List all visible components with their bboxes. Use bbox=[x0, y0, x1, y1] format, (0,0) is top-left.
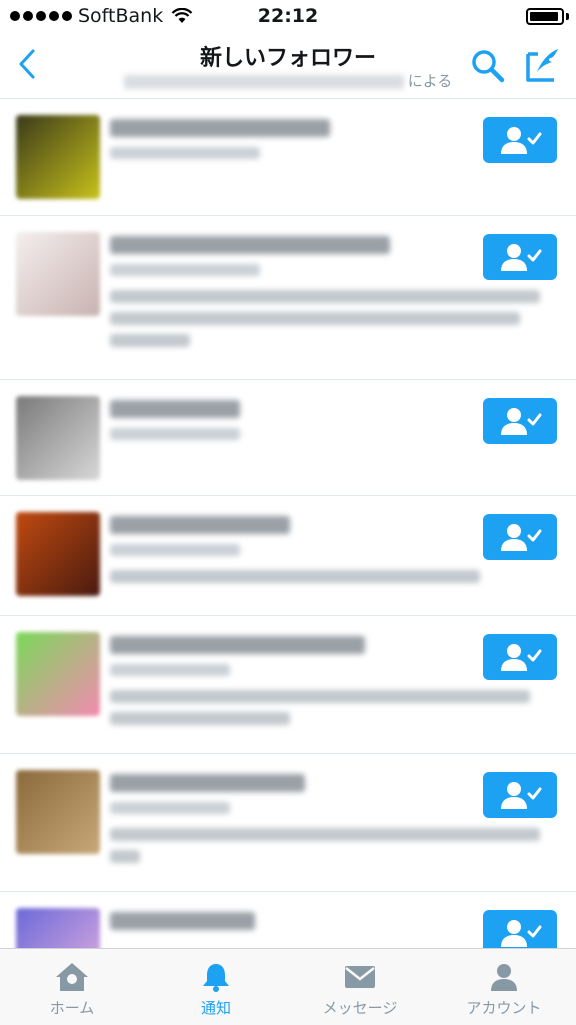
avatar[interactable] bbox=[16, 396, 100, 480]
subtitle-suffix: による bbox=[407, 72, 453, 90]
tab-account[interactable]: アカウント bbox=[432, 949, 576, 1025]
redacted-display-name bbox=[110, 774, 305, 792]
redacted-display-name bbox=[110, 400, 240, 418]
redacted-display-name bbox=[110, 236, 390, 254]
search-icon bbox=[472, 50, 505, 83]
person-check-icon bbox=[501, 244, 542, 271]
follower-row[interactable] bbox=[0, 616, 576, 754]
tab-messages-label: メッセージ bbox=[322, 999, 398, 1017]
status-time: 22:12 bbox=[257, 5, 319, 27]
person-icon bbox=[491, 964, 517, 991]
navigation-bar: 新しいフォロワー による bbox=[0, 34, 576, 99]
follower-row[interactable] bbox=[0, 892, 576, 948]
following-button[interactable] bbox=[483, 234, 557, 280]
battery-tip bbox=[566, 13, 569, 20]
following-button[interactable] bbox=[483, 772, 557, 818]
following-button[interactable] bbox=[483, 514, 557, 560]
home-icon bbox=[56, 963, 88, 991]
avatar[interactable] bbox=[16, 512, 100, 596]
tab-home[interactable]: ホーム bbox=[0, 949, 144, 1025]
compose-button[interactable] bbox=[524, 46, 564, 84]
redacted-display-name bbox=[110, 119, 330, 137]
redacted-display-name bbox=[110, 516, 290, 534]
redacted-handle bbox=[110, 264, 260, 276]
tab-notifications-label: 通知 bbox=[200, 999, 231, 1017]
following-button[interactable] bbox=[483, 910, 557, 948]
compose-quill-icon bbox=[526, 49, 558, 82]
redacted-bio-line bbox=[110, 312, 520, 325]
bell-icon bbox=[203, 964, 229, 992]
avatar[interactable] bbox=[16, 770, 100, 854]
person-check-icon bbox=[501, 524, 542, 551]
avatar[interactable] bbox=[16, 632, 100, 716]
redacted-handle bbox=[110, 664, 230, 676]
follower-list bbox=[0, 99, 576, 948]
redacted-handle bbox=[110, 544, 240, 556]
redacted-bio-line bbox=[110, 712, 290, 725]
redacted-handle bbox=[110, 428, 240, 440]
tab-home-label: ホーム bbox=[49, 999, 95, 1017]
follower-row[interactable] bbox=[0, 380, 576, 496]
person-check-icon bbox=[501, 782, 542, 809]
tab-messages[interactable]: メッセージ bbox=[288, 949, 432, 1025]
follower-row[interactable] bbox=[0, 754, 576, 892]
person-check-icon bbox=[501, 920, 542, 947]
following-button[interactable] bbox=[483, 398, 557, 444]
redacted-text bbox=[123, 74, 404, 89]
redacted-bio-line bbox=[110, 570, 480, 583]
avatar[interactable] bbox=[16, 908, 100, 948]
search-button[interactable] bbox=[470, 48, 506, 84]
status-bar: SoftBank 22:12 bbox=[0, 0, 576, 34]
tab-bar: ホーム 通知 メッセージ アカウント bbox=[0, 948, 576, 1025]
redacted-bio-line bbox=[110, 828, 540, 841]
redacted-bio-line bbox=[110, 290, 540, 303]
person-check-icon bbox=[501, 644, 542, 671]
redacted-bio-line bbox=[110, 334, 190, 347]
following-button[interactable] bbox=[483, 634, 557, 680]
battery-icon bbox=[526, 8, 564, 25]
person-check-icon bbox=[501, 127, 542, 154]
redacted-display-name bbox=[110, 636, 365, 654]
redacted-handle bbox=[110, 802, 230, 814]
tab-account-label: アカウント bbox=[466, 999, 542, 1017]
following-button[interactable] bbox=[483, 117, 557, 163]
person-check-icon bbox=[501, 408, 542, 435]
follower-row[interactable] bbox=[0, 99, 576, 216]
tab-notifications[interactable]: 通知 bbox=[144, 949, 288, 1025]
redacted-display-name bbox=[110, 912, 255, 930]
redacted-handle bbox=[110, 147, 260, 159]
follower-row[interactable] bbox=[0, 216, 576, 380]
envelope-icon bbox=[345, 966, 375, 988]
avatar[interactable] bbox=[16, 115, 100, 199]
avatar[interactable] bbox=[16, 232, 100, 316]
redacted-bio-line bbox=[110, 850, 140, 863]
redacted-bio-line bbox=[110, 690, 530, 703]
follower-row[interactable] bbox=[0, 496, 576, 616]
